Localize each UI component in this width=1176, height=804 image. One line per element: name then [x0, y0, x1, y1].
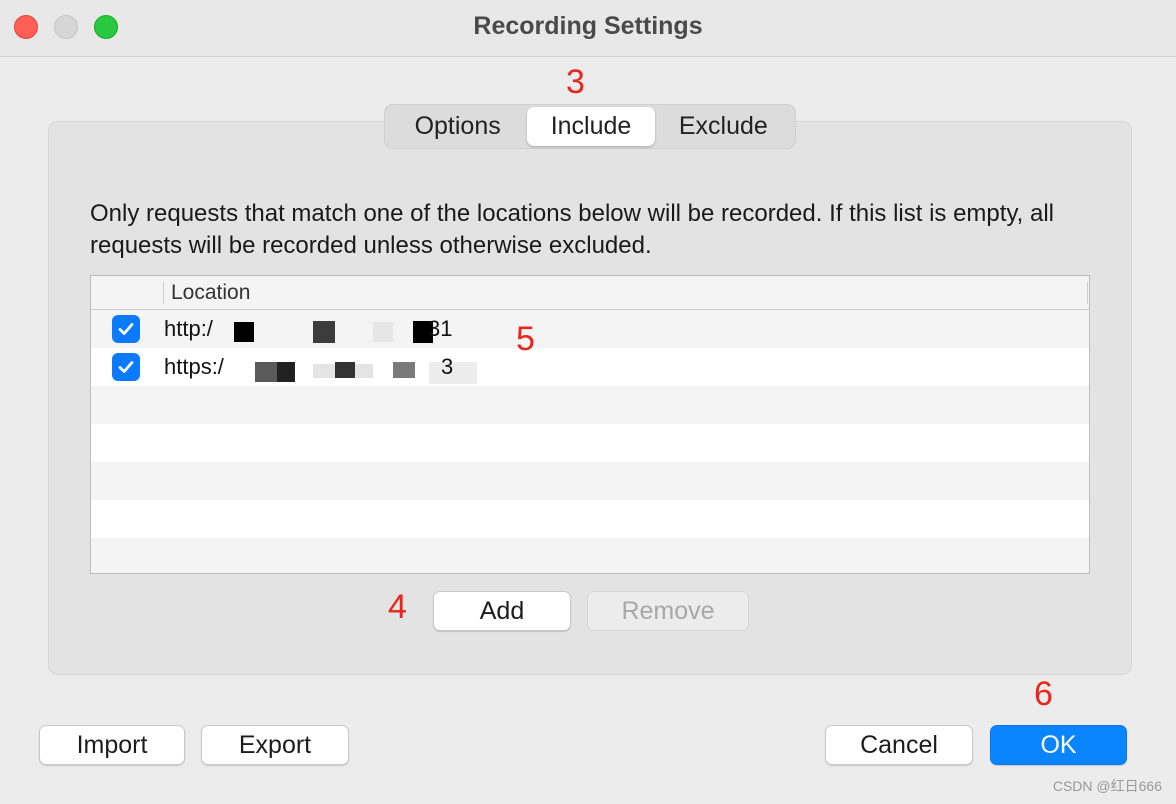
add-button[interactable]: Add [433, 591, 571, 631]
column-header-location[interactable]: Location [171, 281, 250, 305]
annotation-6: 6 [1034, 675, 1053, 713]
locations-table[interactable]: Location http:/ 31 https:/ 3 [90, 275, 1090, 574]
checkmark-icon [118, 323, 134, 335]
tab-options[interactable]: Options [388, 107, 527, 146]
table-row-empty [91, 500, 1089, 538]
redacted-block [373, 322, 393, 342]
checkmark-icon [118, 361, 134, 373]
annotation-5: 5 [516, 320, 535, 358]
redacted-block [393, 362, 415, 378]
location-text-suffix: 31 [428, 316, 453, 341]
redacted-block [255, 362, 277, 382]
table-row-empty [91, 424, 1089, 462]
redacted-block [277, 362, 295, 382]
table-row-empty [91, 538, 1089, 573]
table-header: Location [91, 276, 1089, 310]
include-description: Only requests that match one of the loca… [90, 200, 1055, 259]
redacted-block [234, 322, 254, 342]
tab-include[interactable]: Include [527, 107, 655, 146]
ok-button[interactable]: OK [990, 725, 1127, 765]
export-button[interactable]: Export [201, 725, 349, 765]
tab-exclude[interactable]: Exclude [655, 107, 792, 146]
import-button[interactable]: Import [39, 725, 185, 765]
redacted-block [313, 321, 335, 343]
table-row-empty [91, 386, 1089, 424]
table-row[interactable]: https:/ 3 [91, 348, 1089, 386]
table-row[interactable]: http:/ 31 [91, 310, 1089, 348]
title-bar: Recording Settings [0, 0, 1176, 57]
remove-button[interactable]: Remove [587, 591, 749, 631]
location-text-suffix: 3 [441, 354, 454, 379]
row-enabled-checkbox[interactable] [112, 353, 140, 381]
cancel-button[interactable]: Cancel [825, 725, 973, 765]
window-title: Recording Settings [473, 12, 703, 40]
column-divider [163, 282, 164, 304]
table-row-empty [91, 462, 1089, 500]
annotation-3: 3 [566, 63, 585, 101]
annotation-4: 4 [388, 588, 407, 626]
tab-bar: Options Include Exclude [384, 104, 796, 149]
redacted-block [335, 362, 355, 378]
watermark: CSDN @红日666 [1052, 778, 1162, 794]
location-text: https:/ [164, 354, 224, 379]
row-enabled-checkbox[interactable] [112, 315, 140, 343]
location-text: http:/ [164, 316, 213, 341]
column-divider-end [1087, 282, 1088, 304]
